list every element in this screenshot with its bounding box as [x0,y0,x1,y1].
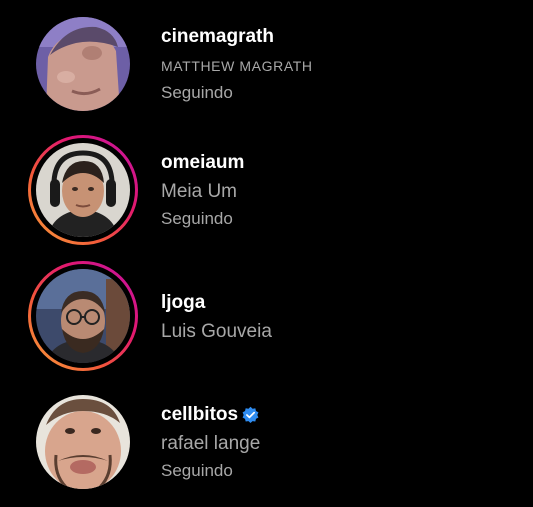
account-row-omeiaum[interactable]: omeiaum Meia Um Seguindo [0,128,533,254]
profile-photo [36,17,130,111]
following-status: Seguindo [161,83,233,102]
profile-photo [36,269,130,363]
following-status: Seguindo [161,209,233,228]
account-texts: omeiaum Meia Um Seguindo [161,151,521,230]
full-name: Meia Um [161,181,238,202]
avatar[interactable] [28,135,138,245]
username[interactable]: cellbitos [161,403,238,427]
account-row-cinemagrath[interactable]: cinemagrath MATTHEW MAGRATH Seguindo [0,2,533,128]
avatar[interactable] [28,261,138,371]
profile-photo [36,395,130,489]
avatar[interactable] [28,9,138,119]
avatar[interactable] [28,387,138,497]
account-texts: cinemagrath MATTHEW MAGRATH Seguindo [161,25,521,104]
following-status: Seguindo [161,461,233,480]
username[interactable]: omeiaum [161,151,521,175]
full-name: rafael lange [161,433,261,454]
username[interactable]: ljoga [161,291,521,315]
verified-badge-icon [241,406,260,425]
full-name: MATTHEW MAGRATH [161,58,313,74]
profile-photo [36,143,130,237]
full-name: Luis Gouveia [161,321,272,342]
username-line[interactable]: cellbitos [161,403,521,427]
account-texts: ljoga Luis Gouveia [161,291,521,344]
account-row-cellbitos[interactable]: cellbitos rafael lange Seguindo [0,380,533,506]
account-row-ljoga[interactable]: ljoga Luis Gouveia [0,254,533,380]
username[interactable]: cinemagrath [161,25,521,49]
account-texts: cellbitos rafael lange Seguindo [161,403,521,482]
